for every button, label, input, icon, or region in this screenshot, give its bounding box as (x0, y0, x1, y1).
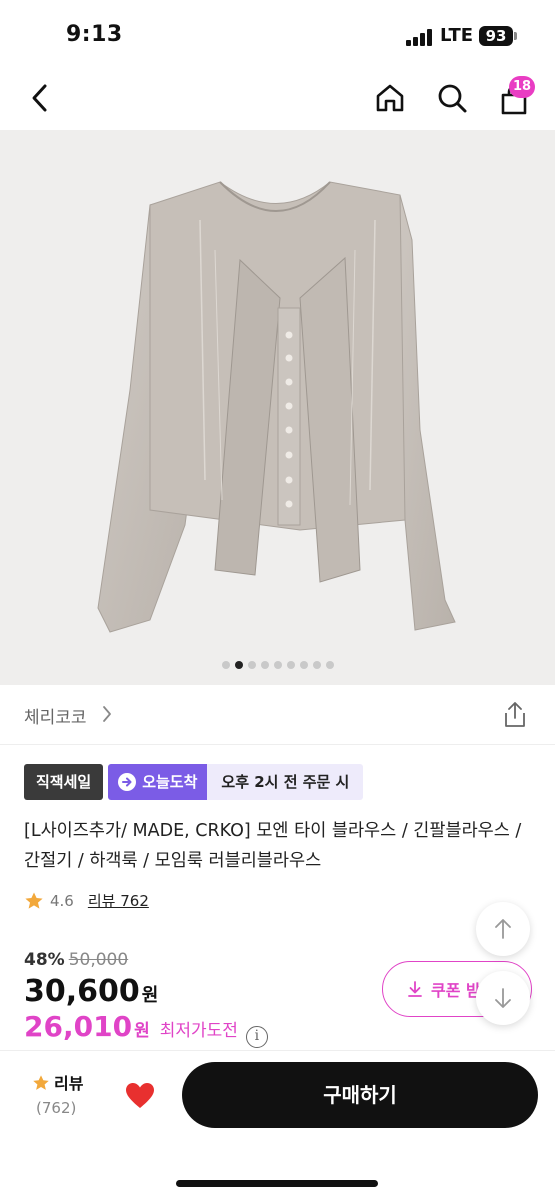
original-price: 50,000 (68, 950, 129, 970)
share-button[interactable] (498, 697, 532, 731)
gallery-dots (0, 661, 555, 669)
product-title: [L사이즈추가/ MADE, CRKO] 모엔 타이 블라우스 / 긴팔블라우스… (24, 821, 522, 871)
badge-row: 직잭세일 오늘도착 오후 2시 전 주문 시 (24, 764, 364, 800)
today-delivery-label: 오늘도착 (142, 773, 198, 791)
share-icon (505, 702, 525, 727)
back-button[interactable] (20, 78, 60, 118)
brand-name[interactable]: 체리코코 (24, 703, 87, 728)
status-time: 9:13 (66, 22, 123, 47)
scroll-down-button[interactable] (476, 971, 530, 1025)
best-price-row: 26,010 원 최저가도전 i (24, 1010, 268, 1048)
search-button[interactable] (432, 78, 472, 118)
gallery-dot[interactable] (260, 661, 269, 669)
order-cutoff-badge: 오후 2시 전 주문 시 (207, 764, 364, 800)
rating-row: 4.6 리뷰 762 (24, 890, 149, 911)
best-price: 26,010 (24, 1010, 133, 1043)
price-currency: 원 (141, 985, 159, 1006)
buy-button[interactable]: 구매하기 (182, 1062, 538, 1128)
scroll-up-button[interactable] (476, 902, 530, 956)
arrow-circle-icon (118, 773, 137, 791)
product-image[interactable] (0, 130, 555, 685)
home-indicator (176, 1180, 378, 1187)
home-icon (376, 84, 404, 112)
coupon-label: 쿠폰 받 (431, 981, 481, 1000)
gallery-dot[interactable] (325, 661, 334, 669)
discount-row: 48% 50,000 (24, 950, 128, 970)
sale-price: 30,600 (24, 974, 140, 1009)
review-star-icon (33, 1075, 49, 1090)
status-bar: 9:13 LTE 93 (0, 0, 555, 70)
best-price-label: 최저가도전 (159, 1021, 238, 1041)
battery-icon: 93 (479, 26, 513, 46)
signal-icon (406, 28, 436, 46)
bottom-review-count: (762) (36, 1099, 77, 1117)
gallery-dot[interactable] (299, 661, 308, 669)
search-icon (438, 84, 467, 113)
blouse-image (97, 181, 456, 633)
nav-bar (0, 70, 555, 130)
gallery-dot[interactable] (273, 661, 282, 669)
cart-count-badge: 18 (509, 76, 535, 98)
bottom-review-label[interactable]: 리뷰 (54, 1070, 83, 1094)
best-price-currency: 원 (134, 1021, 150, 1041)
download-icon (408, 981, 422, 997)
gallery-dot[interactable] (234, 661, 243, 669)
gallery-dot[interactable] (221, 661, 230, 669)
network-label: LTE (440, 25, 474, 46)
battery-tip (514, 32, 517, 40)
discount-rate: 48% (24, 950, 65, 970)
info-icon[interactable]: i (245, 1026, 268, 1048)
price-row: 30,600 원 (24, 974, 158, 1009)
gallery-dot[interactable] (286, 661, 295, 669)
rating-value: 4.6 (50, 891, 74, 910)
chevron-left-icon (32, 84, 47, 112)
arrow-down-icon (495, 988, 511, 1008)
star-icon (25, 892, 43, 909)
sale-badge: 직잭세일 (24, 764, 104, 800)
today-delivery-badge: 오늘도착 (108, 764, 208, 800)
brand-row[interactable]: 체리코코 (0, 685, 555, 745)
gallery-dot[interactable] (247, 661, 256, 669)
arrow-up-icon (495, 919, 511, 939)
review-link[interactable]: 리뷰 762 (88, 890, 149, 911)
heart-icon (126, 1083, 154, 1108)
home-button[interactable] (370, 78, 410, 118)
like-button[interactable] (120, 1078, 160, 1114)
gallery-dot[interactable] (312, 661, 321, 669)
chevron-right-icon (103, 706, 111, 722)
